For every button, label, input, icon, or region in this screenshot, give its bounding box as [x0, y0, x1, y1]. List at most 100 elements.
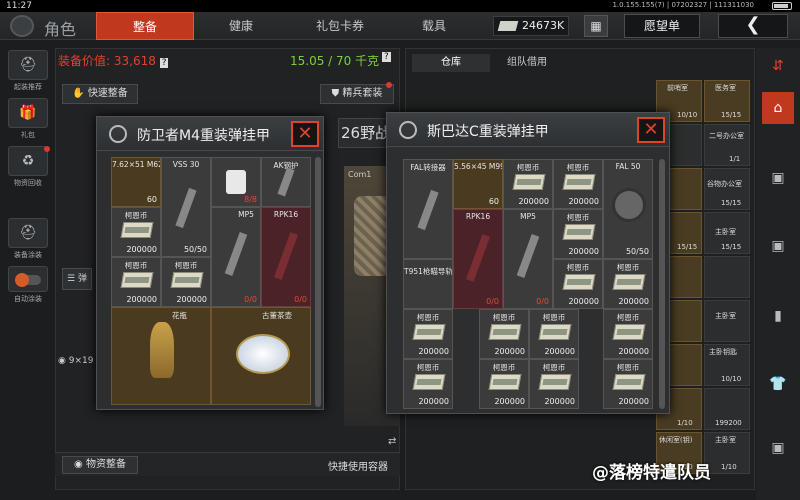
item-rpk16[interactable]: RPK16 0/0 [261, 207, 311, 307]
item-name: 古董茶壶 [262, 311, 292, 320]
warehouse-item[interactable]: 199200 [704, 388, 750, 430]
item-qty: 200000 [618, 397, 649, 406]
popup-title: 防卫者M4重装弹挂甲 [137, 128, 270, 144]
item-ammo[interactable]: 7.62×51 M62 60 [111, 157, 161, 207]
recommended-loadout-button[interactable]: ⛑ [8, 50, 48, 80]
tab-gift-cards[interactable]: 礼包卡券 [290, 12, 390, 40]
value-label: 装备价值: [58, 54, 111, 68]
globe-icon [109, 125, 127, 143]
cash-icon [488, 374, 522, 390]
item-qty: 200000 [494, 397, 525, 406]
item-ammo[interactable]: 5.56×45 M995 60 [453, 159, 503, 209]
item-coin[interactable]: 柯恩币 200000 [403, 309, 453, 359]
item-name: 医务室 [715, 84, 736, 92]
help-icon[interactable]: ? [159, 58, 169, 68]
item-qty: 10/10 [721, 375, 742, 383]
item-coin[interactable]: 柯恩币 200000 [479, 359, 529, 409]
box-icon[interactable]: ▣ [762, 162, 794, 194]
item-qty: 200000 [544, 347, 575, 356]
item-coin[interactable]: 柯恩币 200000 [603, 259, 653, 309]
item-coin[interactable]: 柯恩币 200000 [553, 159, 603, 209]
tab-team-borrow[interactable]: 组队借用 [492, 54, 562, 72]
quick-use-label: 快捷使用容器 [328, 462, 388, 473]
item-coin[interactable]: 柯恩币 200000 [553, 259, 603, 309]
item-coin[interactable]: 柯恩币 200000 [503, 159, 553, 209]
tab-vehicle[interactable]: 载具 [394, 12, 474, 40]
tab-health[interactable]: 健康 [196, 12, 286, 40]
help-icon[interactable]: ? [382, 52, 391, 62]
item-attachment[interactable]: AK钢护 [261, 157, 311, 207]
skin-button[interactable]: ⛑ [8, 218, 48, 248]
warehouse-item[interactable]: 谷物办公室 15/15 [704, 168, 750, 210]
item-coin[interactable]: 柯恩币 200000 [603, 309, 653, 359]
item-qty: 200000 [568, 297, 599, 306]
money-icon [497, 21, 519, 31]
item-qty: 200000 [618, 297, 649, 306]
warehouse-item[interactable]: 医务室 15/15 [704, 80, 750, 122]
item-name: 柯恩币 [616, 313, 640, 322]
item-rail[interactable]: T951枪瞄导轨 [403, 259, 453, 309]
close-button[interactable]: ✕ [291, 121, 319, 147]
item-coin[interactable]: 柯恩币 200000 [553, 209, 603, 259]
sort-icon[interactable]: ⇵ [762, 50, 794, 82]
gift-button[interactable]: 🎁 [8, 98, 48, 128]
warehouse-item[interactable]: 二号办公室 1/1 [704, 124, 750, 166]
item-qty: 200000 [618, 347, 649, 356]
helmet-icon: ⛑ [19, 57, 37, 73]
item-qty: 200000 [544, 397, 575, 406]
item-vase[interactable]: 花瓶 [111, 307, 211, 405]
item-teapot[interactable]: 古董茶壶 [211, 307, 311, 405]
home-icon[interactable]: ⌂ [762, 92, 794, 124]
scrollbar[interactable] [659, 159, 665, 409]
auto-skin-toggle[interactable] [8, 266, 48, 292]
recycle-button[interactable]: ♻ [8, 146, 48, 176]
box-icon[interactable]: ▣ [762, 230, 794, 262]
cash-icon [170, 272, 204, 288]
helmet-icon: ⛑ [19, 225, 37, 241]
container-tab[interactable]: ☰ 弹 [62, 268, 92, 290]
box-icon[interactable]: ▣ [762, 432, 794, 464]
supply-button[interactable]: ◉ 物资整备 [62, 456, 138, 474]
item-coin[interactable]: 柯恩币 200000 [529, 359, 579, 409]
item-coin[interactable]: 柯恩币 200000 [161, 257, 211, 307]
item-fal-mag[interactable]: FAL 50 50/50 [603, 159, 653, 259]
item-qty: 60 [146, 195, 157, 204]
scrollbar[interactable] [315, 157, 321, 407]
item-coin[interactable]: 柯恩币 200000 [111, 207, 161, 257]
quick-equip-button[interactable]: ✋ 快速整备 [62, 84, 138, 104]
item-name: MP5 [520, 212, 536, 221]
item-qty: 1/1 [729, 155, 741, 163]
ammo-icon[interactable]: ▮ [762, 300, 794, 332]
cash-icon [562, 274, 596, 290]
warehouse-item[interactable] [704, 256, 750, 298]
item-fal-adapter[interactable]: FAL转接器 [403, 159, 453, 259]
warehouse-item[interactable]: 主卧钥匙 10/10 [704, 344, 750, 386]
back-button[interactable]: ❮ [718, 14, 788, 38]
wishlist-button[interactable]: 愿望单 [624, 14, 700, 38]
item-rpk16[interactable]: RPK16 0/0 [453, 209, 503, 309]
item-qty: 15/15 [721, 111, 742, 119]
item-mp5[interactable]: MP5 0/0 [211, 207, 261, 307]
watermark: @落榜特遣队员 [592, 463, 711, 483]
tab-loadout[interactable]: 整备 [96, 12, 194, 40]
tab-warehouse[interactable]: 仓库 [412, 54, 490, 72]
item-magazine[interactable]: VSS 30 50/50 [161, 157, 211, 257]
close-button[interactable]: ✕ [637, 117, 665, 143]
item-coin[interactable]: 柯恩币 200000 [603, 359, 653, 409]
swap-icon[interactable]: ⇄ [388, 436, 396, 447]
item-medkit[interactable]: 8/8 [211, 157, 261, 207]
item-coin[interactable]: 柯恩币 200000 [111, 257, 161, 307]
weight-text: 15.05 / 70 千克 [290, 54, 380, 68]
item-coin[interactable]: 柯恩币 200000 [403, 359, 453, 409]
container-popup-m4: 防卫者M4重装弹挂甲 ✕ 7.62×51 M62 60 VSS 30 50/50 8… [96, 116, 324, 410]
item-coin[interactable]: 柯恩币 200000 [479, 309, 529, 359]
item-mp5[interactable]: MP5 0/0 [503, 209, 553, 309]
shirt-icon[interactable]: 👕 [762, 368, 794, 400]
warehouse-item[interactable]: 主卧室 15/15 [704, 212, 750, 254]
gift-icon: 🎁 [19, 105, 37, 121]
com-label: Com1 [348, 170, 372, 179]
shop-button[interactable]: ▦ [584, 15, 608, 37]
warehouse-item[interactable]: 主卧室 [704, 300, 750, 342]
item-coin[interactable]: 柯恩币 200000 [529, 309, 579, 359]
elite-suit-button[interactable]: ⛊ 精兵套装 [320, 84, 394, 104]
